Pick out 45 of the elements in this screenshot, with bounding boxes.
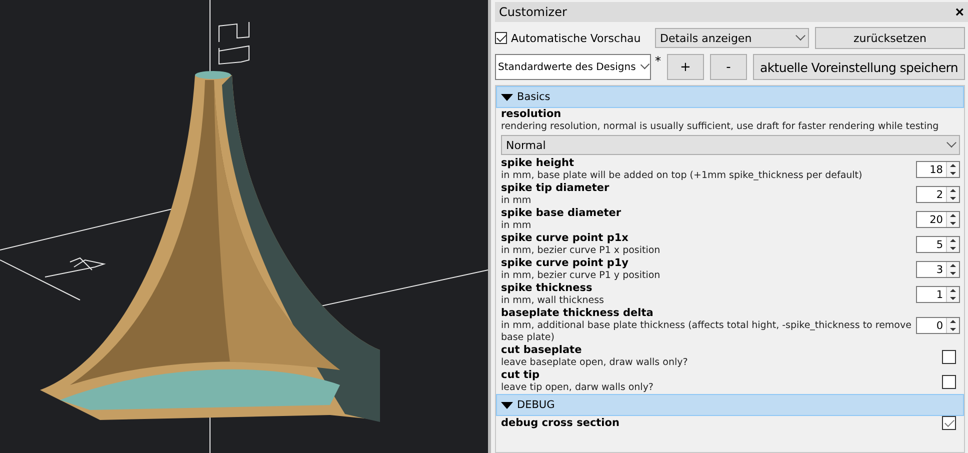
parameter-dropdown[interactable]: Normal [501, 135, 960, 155]
save-preset-button[interactable]: aktuelle Voreinstellung speichern [753, 54, 965, 80]
parameter-name: resolution [501, 108, 562, 121]
modified-mark: * [655, 54, 661, 68]
parameter-spinbox[interactable]: 2 [916, 186, 960, 203]
parameter-name: cut baseplate [501, 344, 583, 357]
auto-preview-checkbox[interactable]: Automatische Vorschau [495, 32, 649, 44]
parameter-name: spike curve point p1y [501, 257, 630, 270]
parameter-description: in mm, additional base plate thickness (affects total hight, -spike_thickness to remove base plate) [501, 320, 912, 344]
parameter-description: in mm [501, 195, 532, 207]
parameter-spinbox[interactable]: 0 [916, 317, 960, 334]
parameter-spinbox[interactable]: 18 [916, 161, 960, 178]
parameter-description: in mm [501, 220, 532, 232]
parameter-checkbox[interactable] [942, 416, 956, 430]
parameter-description: in mm, wall thickness [501, 295, 605, 307]
details-dropdown[interactable]: Details anzeigen [655, 28, 809, 48]
section-header[interactable]: DEBUG [496, 394, 964, 416]
parameter-name: spike height [501, 157, 576, 170]
parameter-description: in mm, bezier curve P1 x position [501, 245, 662, 257]
panel-title: Customizer [499, 5, 567, 19]
preset-dropdown[interactable]: Standardwerte des Designs [495, 54, 651, 80]
parameter-description: rendering resolution, normal is usually sufficient, use draft for faster rendering while testing [501, 121, 940, 133]
parameter-description: leave baseplate open, draw walls only? [501, 357, 689, 369]
parameter-spinbox[interactable]: 5 [916, 236, 960, 253]
parameter-spinbox[interactable]: 1 [916, 286, 960, 303]
parameter-spinbox[interactable]: 3 [916, 261, 960, 278]
parameter-name: debug cross section [501, 416, 620, 430]
parameter-checkbox[interactable] [942, 350, 956, 364]
add-preset-button[interactable]: + [667, 54, 704, 80]
parameter-description: in mm, bezier curve P1 y position [501, 270, 662, 282]
parameter-name: baseplate thickness delta [501, 307, 654, 320]
close-button[interactable]: × [955, 4, 964, 20]
parameter-spinbox[interactable]: 20 [916, 211, 960, 228]
parameter-name: cut tip [501, 369, 541, 382]
remove-preset-button[interactable]: - [710, 54, 747, 80]
reset-button[interactable]: zurücksetzen [815, 27, 965, 49]
parameter-name: spike tip diameter [501, 182, 610, 195]
parameter-description: in mm, base plate will be added on top (+1mm spike_thickness per default) [501, 170, 864, 182]
section-header[interactable]: Basics [496, 86, 964, 108]
model-3d-view-drawing[interactable] [0, 0, 488, 453]
parameter-name: spike curve point p1x [501, 232, 630, 245]
parameter-name: spike base diameter [501, 207, 622, 220]
parameter-description: leave tip open, darw walls only? [501, 382, 654, 394]
parameter-name: spike thickness [501, 282, 594, 295]
parameter-checkbox[interactable] [942, 374, 956, 388]
